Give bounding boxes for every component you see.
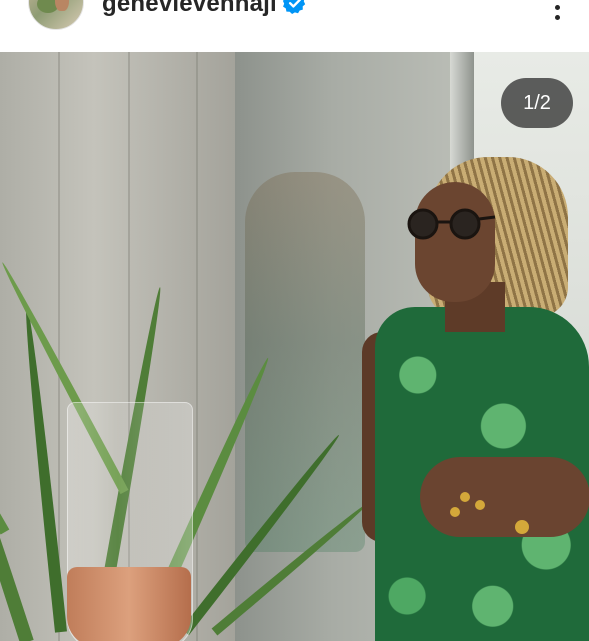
username-link[interactable]: genevievennaji (102, 0, 277, 18)
carousel-counter: 1/2 (501, 78, 573, 128)
profile-avatar[interactable] (28, 0, 84, 30)
post-photo[interactable]: 1/2 (0, 52, 589, 641)
verified-badge-icon (282, 0, 308, 16)
sunglasses-icon (407, 208, 495, 240)
person-reflection (245, 172, 365, 552)
rose-wine (67, 567, 191, 641)
post-header: genevievennaji (0, 0, 589, 52)
more-options-icon[interactable] (549, 0, 565, 20)
